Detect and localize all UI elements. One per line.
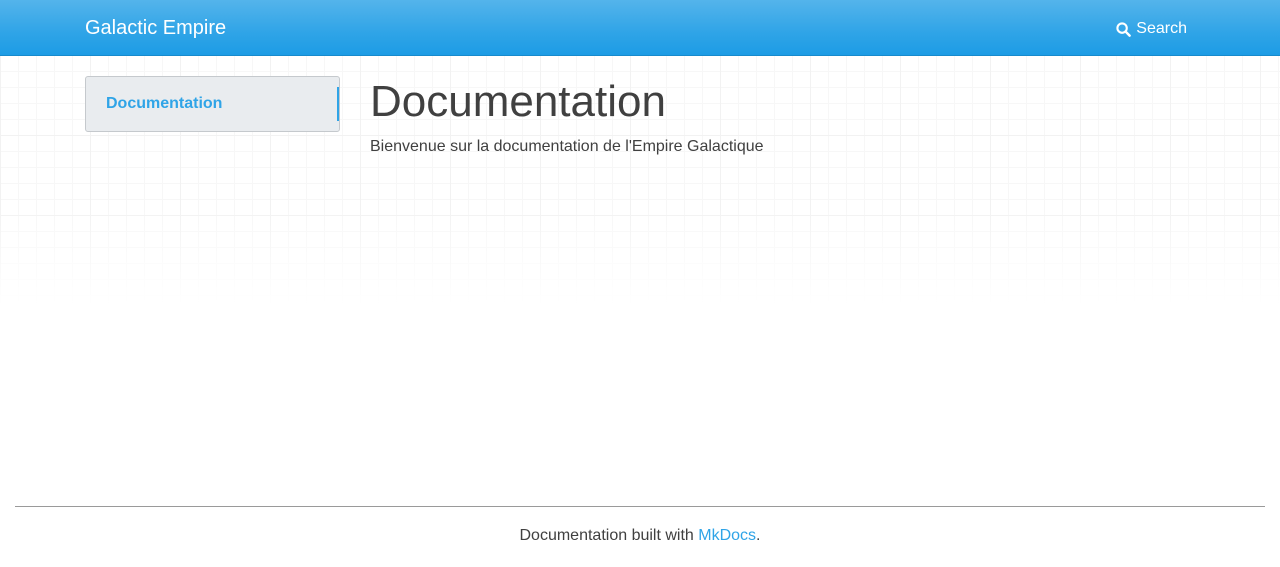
top-navbar: Galactic Empire Search bbox=[0, 0, 1280, 56]
footer-prefix: Documentation built with bbox=[519, 527, 699, 544]
active-indicator bbox=[337, 87, 339, 121]
footer-suffix: . bbox=[756, 527, 761, 544]
footer-divider bbox=[15, 506, 1265, 507]
search-icon bbox=[1116, 21, 1132, 37]
page-title: Documentation bbox=[370, 77, 666, 126]
footer: Documentation built with MkDocs. bbox=[0, 526, 1280, 546]
sidebar-item-label: Documentation bbox=[106, 95, 223, 112]
search-label: Search bbox=[1136, 20, 1187, 37]
brand-link[interactable]: Galactic Empire bbox=[85, 17, 226, 39]
search-button[interactable]: Search bbox=[1116, 19, 1187, 39]
mkdocs-link[interactable]: MkDocs bbox=[698, 527, 756, 544]
sidebar-nav: Documentation bbox=[85, 76, 340, 132]
sidebar-item-documentation[interactable]: Documentation bbox=[86, 77, 339, 131]
intro-text: Bienvenue sur la documentation de l'Empi… bbox=[370, 138, 764, 155]
